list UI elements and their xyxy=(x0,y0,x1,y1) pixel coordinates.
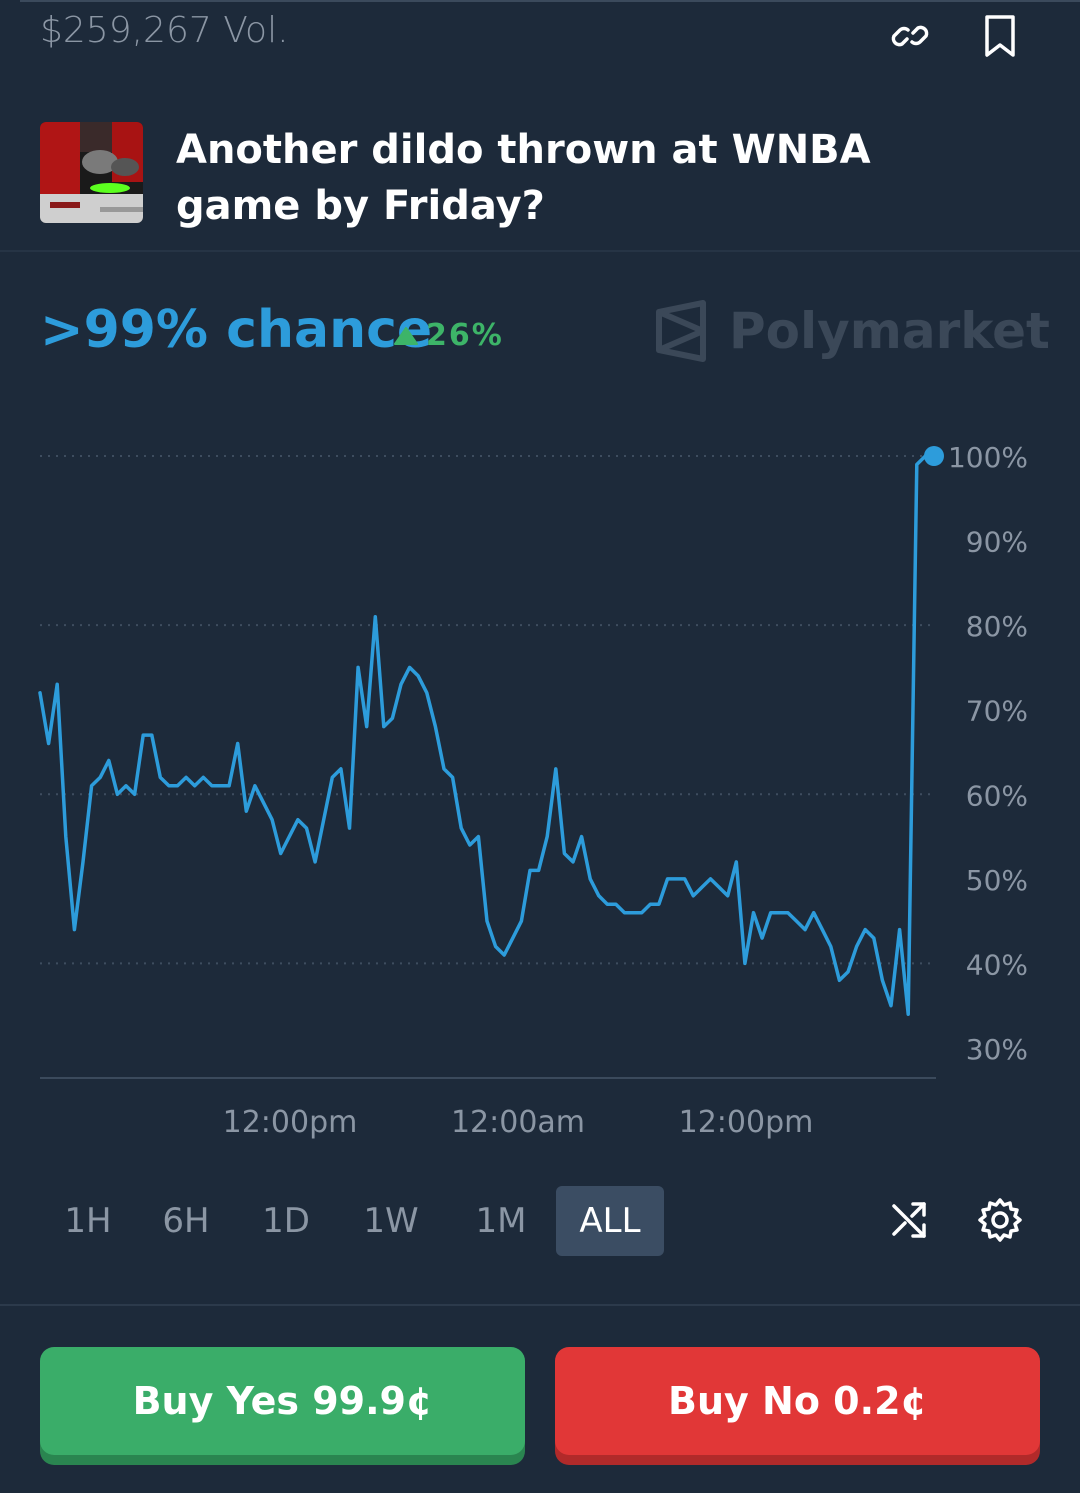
x-tick-label: 12:00pm xyxy=(679,1105,814,1140)
range-6h[interactable]: 6H xyxy=(136,1186,236,1256)
triangle-up-icon xyxy=(394,326,418,345)
range-all[interactable]: ALL xyxy=(556,1186,664,1256)
y-tick-label: 90% xyxy=(966,526,1028,559)
current-price-dot xyxy=(924,446,944,466)
section-divider xyxy=(0,1304,1080,1306)
top-divider xyxy=(20,0,1080,2)
brand-watermark: Polymarket xyxy=(655,300,1050,362)
range-1w[interactable]: 1W xyxy=(336,1186,446,1256)
y-tick-label: 50% xyxy=(966,864,1028,897)
price-chart[interactable]: 100% 90% 80% 70% 60% 50% 40% 30% 12:00pm 12:00am… xyxy=(0,420,1080,1160)
y-tick-label: 80% xyxy=(966,610,1028,643)
volume-label: $259,267 Vol. xyxy=(40,10,289,51)
brand-name: Polymarket xyxy=(729,302,1050,360)
shuffle-icon[interactable] xyxy=(880,1190,940,1250)
change-indicator: 26% xyxy=(394,318,504,353)
polymarket-logo-icon xyxy=(656,300,706,362)
link-icon[interactable] xyxy=(882,8,938,64)
buy-yes-button[interactable]: Buy Yes 99.9¢ xyxy=(40,1347,525,1455)
y-tick-label: 60% xyxy=(966,779,1028,812)
buy-no-button[interactable]: Buy No 0.2¢ xyxy=(555,1347,1040,1455)
gear-icon[interactable] xyxy=(970,1190,1030,1250)
y-tick-label: 40% xyxy=(966,948,1028,981)
market-thumbnail[interactable] xyxy=(40,122,143,223)
bookmark-icon[interactable] xyxy=(972,8,1028,64)
x-tick-label: 12:00am xyxy=(451,1105,585,1140)
y-tick-label: 30% xyxy=(966,1033,1028,1066)
market-header: Another dildo thrown at WNBA game by Fri… xyxy=(0,108,1080,252)
change-value: 26% xyxy=(426,318,504,353)
x-tick-label: 12:00pm xyxy=(223,1105,358,1140)
time-range-selector: 1H 6H 1D 1W 1M ALL xyxy=(40,1186,664,1256)
market-title: Another dildo thrown at WNBA game by Fri… xyxy=(176,127,871,229)
range-1m[interactable]: 1M xyxy=(446,1186,556,1256)
series-line xyxy=(38,454,936,1016)
chance-value: >99% chance xyxy=(40,300,433,360)
range-1h[interactable]: 1H xyxy=(40,1186,136,1256)
range-1d[interactable]: 1D xyxy=(236,1186,336,1256)
y-tick-label: 70% xyxy=(966,695,1028,728)
y-tick-label: 100% xyxy=(948,441,1028,474)
